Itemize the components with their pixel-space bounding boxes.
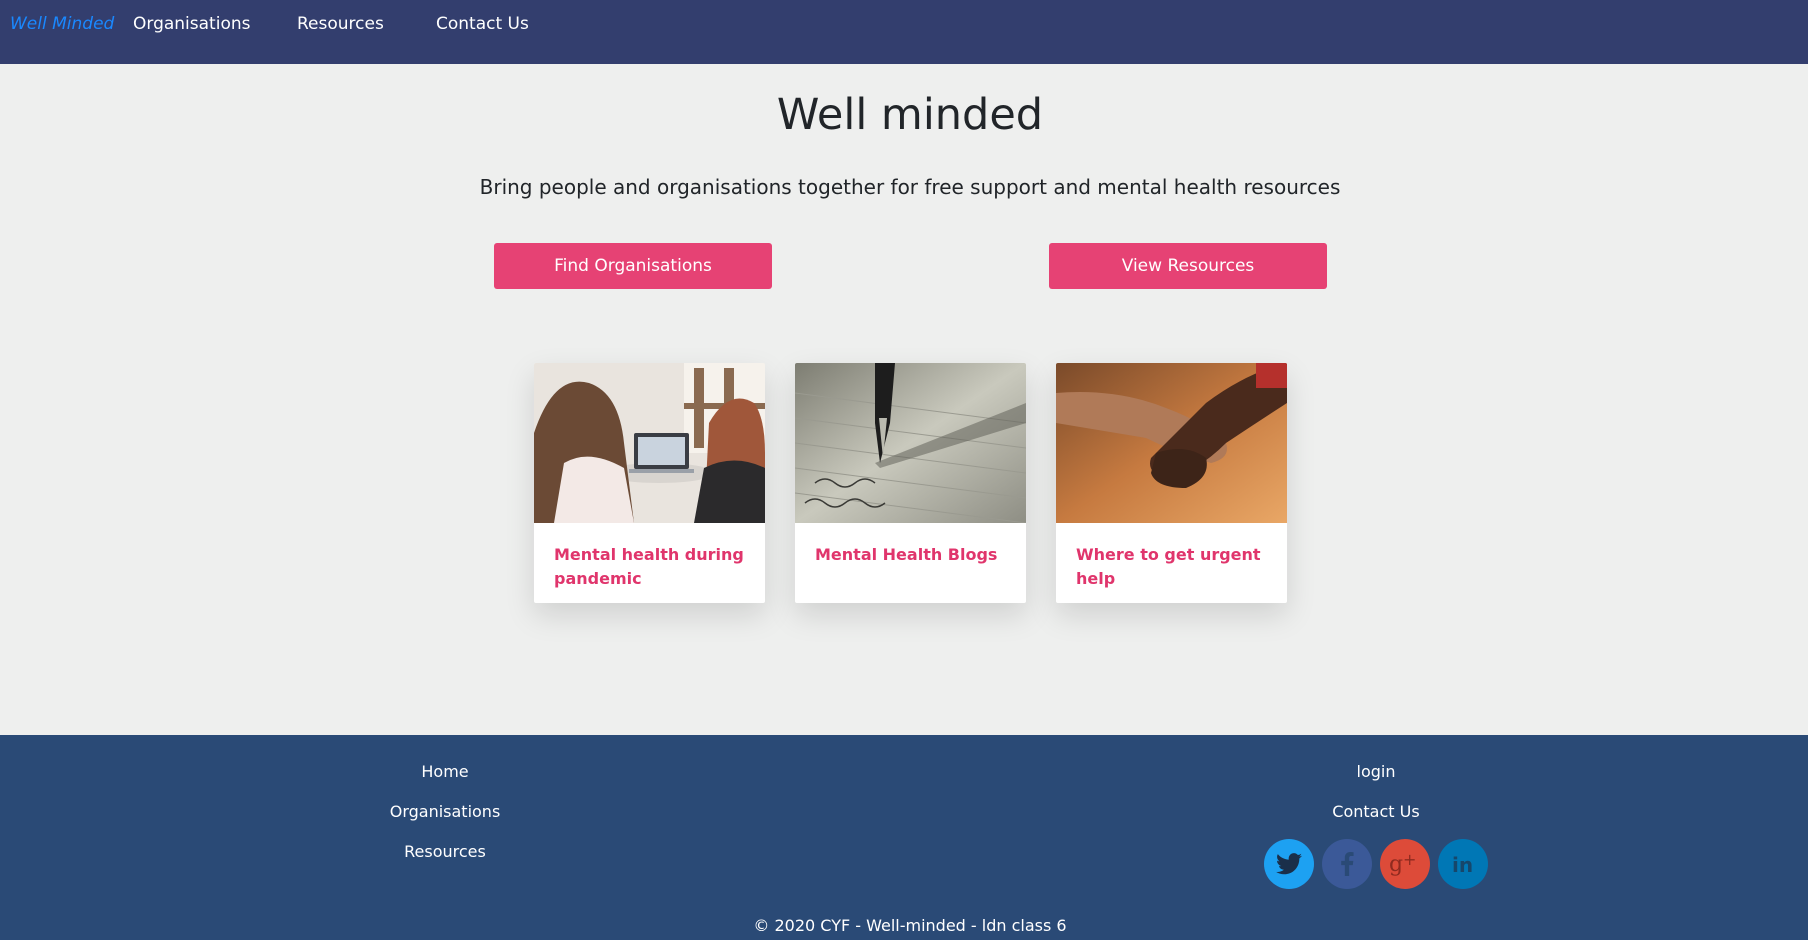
page-title: Well minded: [776, 90, 1044, 140]
footer-link-home[interactable]: Home: [345, 762, 545, 781]
two-women-at-laptop-photo: [534, 363, 765, 523]
top-navbar: Well Minded Organisations Resources Cont…: [0, 0, 1808, 64]
nav-link-contact-us[interactable]: Contact Us: [436, 14, 529, 34]
facebook-icon[interactable]: [1322, 839, 1372, 889]
view-resources-button[interactable]: View Resources: [1049, 243, 1327, 289]
card-title[interactable]: Mental Health Blogs: [815, 543, 1010, 567]
linkedin-icon[interactable]: in: [1438, 839, 1488, 889]
holding-hands-photo: [1056, 363, 1287, 523]
footer-link-organisations[interactable]: Organisations: [345, 802, 545, 821]
card-title[interactable]: Where to get urgent help: [1076, 543, 1271, 591]
card-title[interactable]: Mental health during pandemic: [554, 543, 749, 591]
twitter-icon[interactable]: [1264, 839, 1314, 889]
footer-link-resources[interactable]: Resources: [345, 842, 545, 861]
fountain-pen-writing-photo: [795, 363, 1026, 523]
card-mental-health-pandemic[interactable]: Mental health during pandemic: [534, 363, 765, 603]
site-footer: Home Organisations Resources login Conta…: [0, 735, 1808, 940]
footer-link-login[interactable]: login: [1276, 762, 1476, 781]
footer-link-contact-us[interactable]: Contact Us: [1276, 802, 1476, 821]
nav-link-resources[interactable]: Resources: [297, 14, 384, 34]
svg-text:+: +: [1403, 851, 1416, 869]
copyright-text: © 2020 CYF - Well-minded - ldn class 6: [753, 916, 1067, 935]
brand-link[interactable]: Well Minded: [10, 14, 114, 34]
card-mental-health-blogs[interactable]: Mental Health Blogs: [795, 363, 1026, 603]
svg-text:g: g: [1389, 852, 1403, 877]
nav-link-organisations[interactable]: Organisations: [133, 14, 250, 34]
find-organisations-button[interactable]: Find Organisations: [494, 243, 772, 289]
hero-tagline: Bring people and organisations together …: [479, 175, 1341, 199]
card-urgent-help[interactable]: Where to get urgent help: [1056, 363, 1287, 603]
svg-text:in: in: [1452, 853, 1473, 876]
google-plus-icon[interactable]: g +: [1380, 839, 1430, 889]
